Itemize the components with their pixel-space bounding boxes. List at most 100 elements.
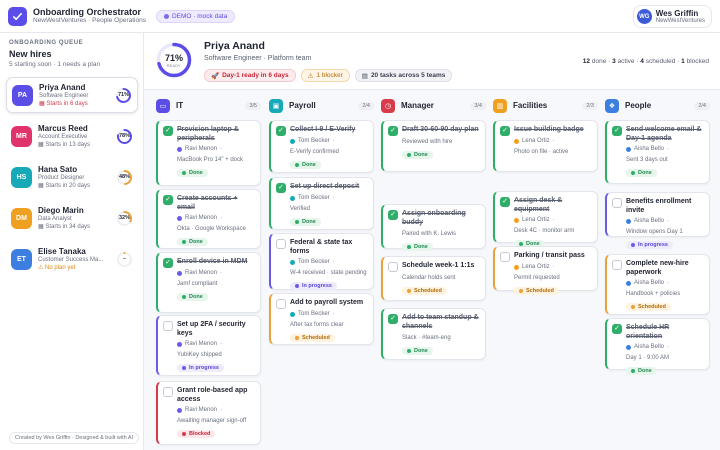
status-dot-icon [407,349,411,353]
task-status-label: Done [414,244,428,250]
task-assignee-row: Tom Becker · [290,138,367,145]
stat-blocked-label: blocked [686,58,709,65]
status-dot-icon [182,432,186,436]
hire-progress-value: 71% [117,92,129,98]
task-card[interactable]: Grant role-based app access Ravi Menon · Aw… [156,381,261,445]
task-checkbox[interactable]: ✓ [612,126,622,136]
task-checkbox[interactable] [500,252,510,262]
task-status-label: Done [189,170,203,176]
hire-item[interactable]: MR Marcus Reed Account Executive ▦ Starts i… [6,118,138,154]
task-checkbox[interactable] [276,239,286,249]
task-assignee-row: Ravi Menon · [177,146,254,153]
task-checkbox[interactable]: ✓ [163,258,173,268]
hire-item[interactable]: ET Elise Tanaka Customer Success Ma... ⚠ No… [6,241,138,277]
task-checkbox[interactable]: ✓ [388,210,398,220]
hire-role: Account Executive [38,133,88,140]
task-assignee: Lena Ortiz [522,137,550,144]
task-assignee-row: Lena Ortiz · [514,217,591,224]
task-checkbox[interactable] [276,299,286,309]
hire-info: Hana Sato Product Designer ▦ Starts in 20 … [38,165,116,190]
hire-avatar: ET [11,248,32,270]
day1-pill-label: Day-1 ready in 6 days [222,72,289,79]
task-card[interactable]: Parking / transit pass Lena Ortiz · Permit … [493,246,598,295]
task-card[interactable]: ✓ Collect I-9 / E-Verify Tom Becker · E-Veri… [269,120,374,173]
task-note: Handbook + policies [626,291,681,297]
hire-item[interactable]: DM Diego Marin Data Analyst ▦ Starts in 34 … [6,200,138,236]
column-title: People [625,101,652,110]
user-menu[interactable]: WG Wes Griffin NewWestVentures [632,5,712,28]
task-checkbox[interactable]: ✓ [500,126,510,136]
task-card[interactable]: ✓ Provision laptop & peripherals Ravi Meno… [156,120,261,186]
task-checkbox[interactable] [163,387,173,397]
profile-header: 71% READY Priya Anand Software Engineer … [144,33,720,90]
task-checkbox[interactable]: ✓ [388,126,398,136]
task-checkbox[interactable]: ✓ [163,195,173,205]
task-card[interactable]: Set up 2FA / security keys Ravi Menon · Yub… [156,315,261,376]
hire-item[interactable]: HS Hana Sato Product Designer ▦ Starts in 2… [6,159,138,195]
task-checkbox[interactable] [612,260,622,270]
stat-scheduled-count: 4 [640,58,644,65]
column-count: 3/4 [470,101,486,110]
task-card[interactable]: ✓ Schedule HR orientation Aisha Bello · Day … [605,318,710,375]
status-dot-icon [407,152,411,157]
task-note: Slack · #team-eng [402,335,451,341]
hire-item[interactable]: PA Priya Anand Software Engineer ▦ Starts i… [6,77,138,113]
blocker-pill[interactable]: ⚠ 1 blocker [300,69,350,82]
main-panel: 71% READY Priya Anand Software Engineer … [144,33,720,450]
task-card[interactable]: ✓ Set up direct deposit Tom Becker · Verifie… [269,177,374,230]
task-card[interactable]: Federal & state tax forms Tom Becker · W-4 … [269,233,374,290]
status-dot-icon [295,162,299,167]
top-bar: Onboarding Orchestrator NewWestVentures … [0,0,720,33]
task-card[interactable]: Benefits enrollment invite Aisha Bello · Wi… [605,192,710,249]
task-card[interactable]: ✓ Assign desk & equipment Lena Ortiz · Desk … [493,191,598,248]
task-checkbox[interactable]: ✓ [163,126,173,136]
task-card[interactable]: Add to payroll system Tom Becker · After ta… [269,293,374,345]
hire-name: Diego Marin [38,205,84,215]
task-checkbox[interactable] [388,262,398,272]
hire-start-label: Starts in 13 days [45,141,91,148]
wallet-icon: ▣ [269,98,283,113]
task-checkbox[interactable]: ✓ [500,197,510,207]
task-status-label: Done [189,239,203,245]
hire-info: Priya Anand Software Engineer ▦ Starts in … [39,83,115,108]
task-card[interactable]: ✓ Enroll device in MDM Ravi Menon · Jamf com… [156,252,261,313]
task-checkbox[interactable]: ✓ [276,126,286,136]
task-checkbox[interactable] [163,321,173,331]
status-dot-icon [631,305,635,309]
task-card[interactable]: ✓ Assign onboarding buddy Paired with K. L… [381,204,486,251]
column-manager: ◷ Manager 3/4 [381,97,486,118]
user-org: NewWestVentures [655,17,705,24]
column-title: Manager [401,101,434,110]
task-assignee-row: Aisha Bello · [626,146,703,153]
task-note: Okta · Google Workspace [177,226,246,232]
task-checkbox[interactable]: ✓ [612,324,622,334]
task-checkbox[interactable]: ✓ [276,183,286,193]
task-title: Create accounts + email [177,195,238,211]
meta-separator: · [220,341,223,347]
hire-start: ▦ Starts in 34 days [38,223,116,231]
task-note: E-Verify confirmed [290,148,340,155]
task-status-badge: Done [626,169,657,177]
task-note: Awaiting manager sign-off [177,418,247,424]
task-card[interactable]: ✓ Send welcome email & Day-1 agenda Aisha … [605,120,710,184]
task-checkbox[interactable] [612,198,622,208]
task-assignee: Lena Ortiz [522,217,550,223]
task-card[interactable]: Complete new-hire paperwork Aisha Bello · H… [605,254,710,315]
task-card[interactable]: ✓ Add to team standup & channels Slack · #… [381,308,486,360]
task-card[interactable]: Schedule week-1 1:1s Calendar holds sent S… [381,256,486,301]
column-header: ▭ IT 3/5 [156,97,261,114]
task-assignee: Ravi Menon [185,407,218,413]
task-checkbox[interactable]: ✓ [388,314,398,324]
task-assignee: Tom Becker [298,194,330,201]
stat-scheduled-label: scheduled [645,58,676,65]
task-card[interactable]: ✓ Issue building badge Lena Ortiz · Photo on… [493,120,598,172]
hire-progress-ring: 32% [116,210,133,227]
task-card[interactable]: ✓ Create accounts + email Ravi Menon · Okta … [156,189,261,249]
assignee-avatar [626,219,631,224]
task-card[interactable]: ✓ Draft 30-60-90 day plan Reviewed with hi… [381,120,486,172]
task-note: YubiKey shipped [177,352,222,358]
assignee-avatar [177,408,182,413]
task-assignee: Ravi Menon [185,146,218,152]
laptop-icon: ▭ [156,98,170,113]
hire-role: Customer Success Ma... [38,256,104,263]
